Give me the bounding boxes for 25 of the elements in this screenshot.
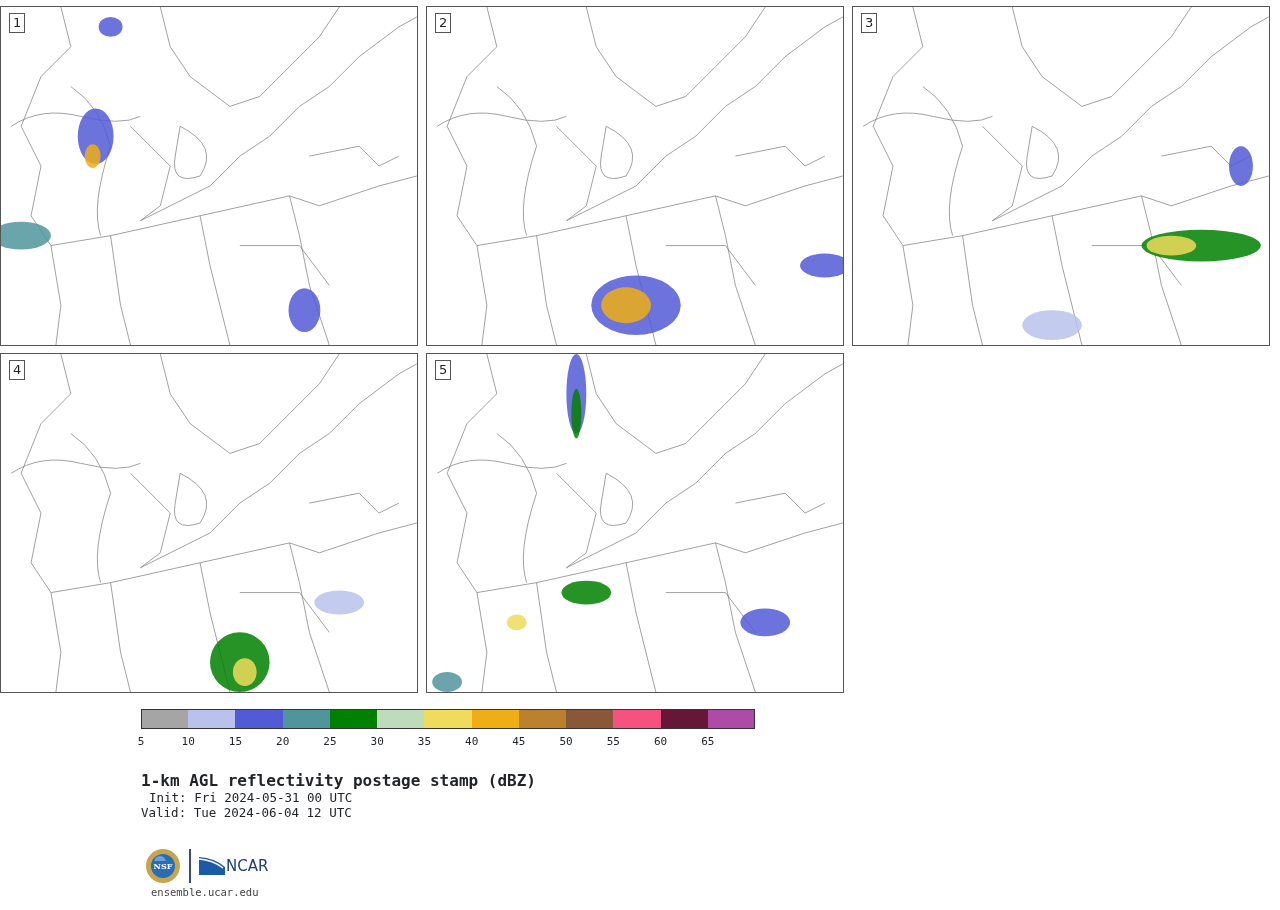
tick-label: 65 (701, 735, 715, 748)
panel-number: 1 (9, 13, 26, 33)
tick-label: 35 (417, 735, 432, 748)
tick-label: 5 (137, 735, 145, 748)
tick-label: 10 (181, 735, 195, 748)
panel-number: 3 (861, 13, 878, 33)
panel-number: 2 (435, 13, 452, 33)
logo-text: NCAR (226, 857, 269, 875)
figure-title: 1-km AGL reflectivity postage stamp (dBZ) (141, 771, 537, 790)
tick-label: 15 (228, 735, 243, 748)
swoosh-logo (199, 857, 225, 875)
panel-number: 5 (435, 360, 452, 380)
init-time: Init: Fri 2024-05-31 00 UTC (149, 790, 354, 805)
tick-label: 55 (606, 735, 620, 748)
tick-label: 50 (559, 735, 573, 748)
panel-number: 4 (9, 360, 26, 380)
tick-label: 25 (323, 735, 337, 748)
tick-label: 60 (653, 735, 668, 748)
tick-label: 20 (276, 735, 290, 748)
tick-label: 30 (370, 735, 384, 748)
tick-label: 40 (465, 735, 479, 748)
valid-time: Valid: Tue 2024-06-04 12 UTC (141, 805, 353, 820)
tick-label: 45 (512, 735, 526, 748)
globe-logo: NSF (145, 848, 181, 884)
site-url: ensemble.ucar.edu (151, 886, 260, 899)
